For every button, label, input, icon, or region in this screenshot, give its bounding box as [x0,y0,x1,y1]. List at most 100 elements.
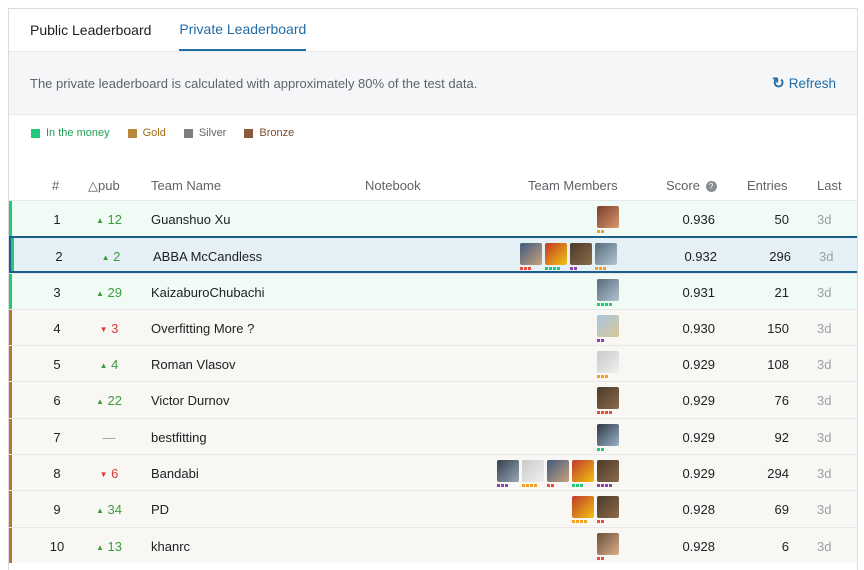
team-members [597,351,619,379]
tier-dots [597,520,617,524]
team-name[interactable]: KaizaburoChubachi [151,285,264,300]
table-row[interactable]: 5 ▲ 4 Roman Vlasov 0.929 108 3d [9,345,857,382]
delta-value: 4 [111,357,119,373]
table-row[interactable]: 6 ▲ 22 Victor Durnov 0.929 76 3d [9,381,857,418]
avatar[interactable] [520,243,542,271]
score-cell: 0.929 [682,466,715,482]
tier-bar [9,527,12,563]
team-name[interactable]: khanrc [151,539,190,554]
legend-label: In the money [46,127,110,139]
rank-cell: 9 [53,502,61,518]
column-delta[interactable]: △pub [88,178,120,194]
column-score-label: Score [666,178,700,193]
avatar[interactable] [497,460,519,488]
team-name[interactable]: PD [151,502,169,517]
tier-bar [9,418,12,455]
legend-swatch [244,128,254,138]
column-score[interactable]: Score ? [666,178,717,193]
entries-cell: 296 [769,249,791,265]
last-cell: 3d [817,466,832,482]
table-row[interactable]: 7 — bestfitting 0.929 92 3d [9,417,857,455]
avatar[interactable] [597,387,619,415]
tier-dots [572,520,592,524]
avatar[interactable] [597,532,619,560]
delta-cell: ▲ 13 [89,539,129,554]
avatar[interactable] [545,243,567,271]
avatar[interactable] [572,460,594,488]
column-last[interactable]: Last [817,178,842,193]
legend: In the money Gold Silver Bronze [9,115,857,151]
team-members [597,314,619,342]
tab-private-leaderboard[interactable]: Private Leaderboard [179,9,307,51]
refresh-button[interactable]: ↻ Refresh [772,74,836,92]
delta-value: 12 [107,212,122,227]
entries-cell: 108 [767,357,789,373]
tier-dots [597,230,617,233]
entries-cell: 76 [774,393,789,409]
team-name[interactable]: Bandabi [151,466,199,481]
entries-cell: 92 [774,429,789,445]
last-cell: 3d [817,357,832,373]
avatar[interactable] [597,206,619,233]
delta-cell: ▲ 22 [89,393,129,408]
delta-cell: ▲ 29 [89,285,129,300]
score-cell: 0.929 [682,429,715,445]
team-members [597,423,619,451]
score-cell: 0.932 [684,249,717,265]
entries-cell: 294 [767,466,789,482]
team-name[interactable]: Victor Durnov [151,393,230,408]
tier-dots [597,484,617,488]
avatar[interactable] [597,278,619,306]
avatar[interactable] [597,496,619,524]
score-cell: 0.930 [682,320,715,336]
team-name[interactable]: Guanshuo Xu [151,212,231,227]
legend-swatch [183,128,193,138]
avatar[interactable] [572,496,594,524]
table-row[interactable]: 10 ▲ 13 khanrc 0.928 6 3d [9,526,857,563]
avatar[interactable] [595,243,617,271]
help-icon[interactable]: ? [705,181,717,193]
avatar[interactable] [597,314,619,342]
team-members [520,243,617,271]
team-name[interactable]: ABBA McCandless [153,249,262,264]
entries-cell: 6 [781,538,789,554]
rank-cell: 8 [53,466,61,482]
tab-public-leaderboard[interactable]: Public Leaderboard [30,9,151,51]
rank-cell: 6 [53,393,61,409]
tier-dots [595,267,615,271]
arrow-down-icon: ▼ [99,324,108,334]
avatar[interactable] [570,243,592,271]
table-row[interactable]: 8 ▼ 6 Bandabi 0.929 294 3d [9,454,857,491]
table-row[interactable]: 4 ▼ 3 Overfitting More ? 0.930 150 3d [9,308,857,346]
table-header: # △pub Team Name Notebook Team Members S… [9,174,857,200]
avatar[interactable] [547,460,569,488]
table-row[interactable]: 2 ▲ 2 ABBA McCandless 0.932 296 3d [9,236,857,273]
tier-bar [9,201,12,237]
delta-cell: ▲ 12 [89,212,129,227]
delta-value: 6 [111,466,119,482]
avatar[interactable] [597,423,619,451]
table-row[interactable]: 9 ▲ 34 PD 0.928 69 3d [9,490,857,527]
last-cell: 3d [817,393,832,409]
tier-dots [597,556,617,560]
column-entries[interactable]: Entries [747,178,787,193]
entries-cell: 69 [774,502,789,518]
entries-cell: 150 [767,320,789,336]
tier-dots [597,302,617,306]
rank-cell: 5 [53,357,61,373]
team-members [497,460,619,488]
column-rank[interactable]: # [52,178,59,193]
tier-bar [9,346,12,382]
table-row[interactable]: 3 ▲ 29 KaizaburoChubachi 0.931 21 3d [9,272,857,309]
team-name[interactable]: bestfitting [151,430,207,445]
last-cell: 3d [817,284,832,300]
arrow-up-icon: ▲ [101,253,110,263]
avatar[interactable] [522,460,544,488]
team-name[interactable]: Overfitting More ? [151,321,254,336]
team-name[interactable]: Roman Vlasov [151,357,236,372]
table-row[interactable]: 1 ▲ 12 Guanshuo Xu 0.936 50 3d [9,200,857,237]
column-team-name[interactable]: Team Name [151,178,221,193]
avatar[interactable] [597,351,619,379]
info-bar: The private leaderboard is calculated wi… [9,51,857,115]
avatar[interactable] [597,460,619,488]
